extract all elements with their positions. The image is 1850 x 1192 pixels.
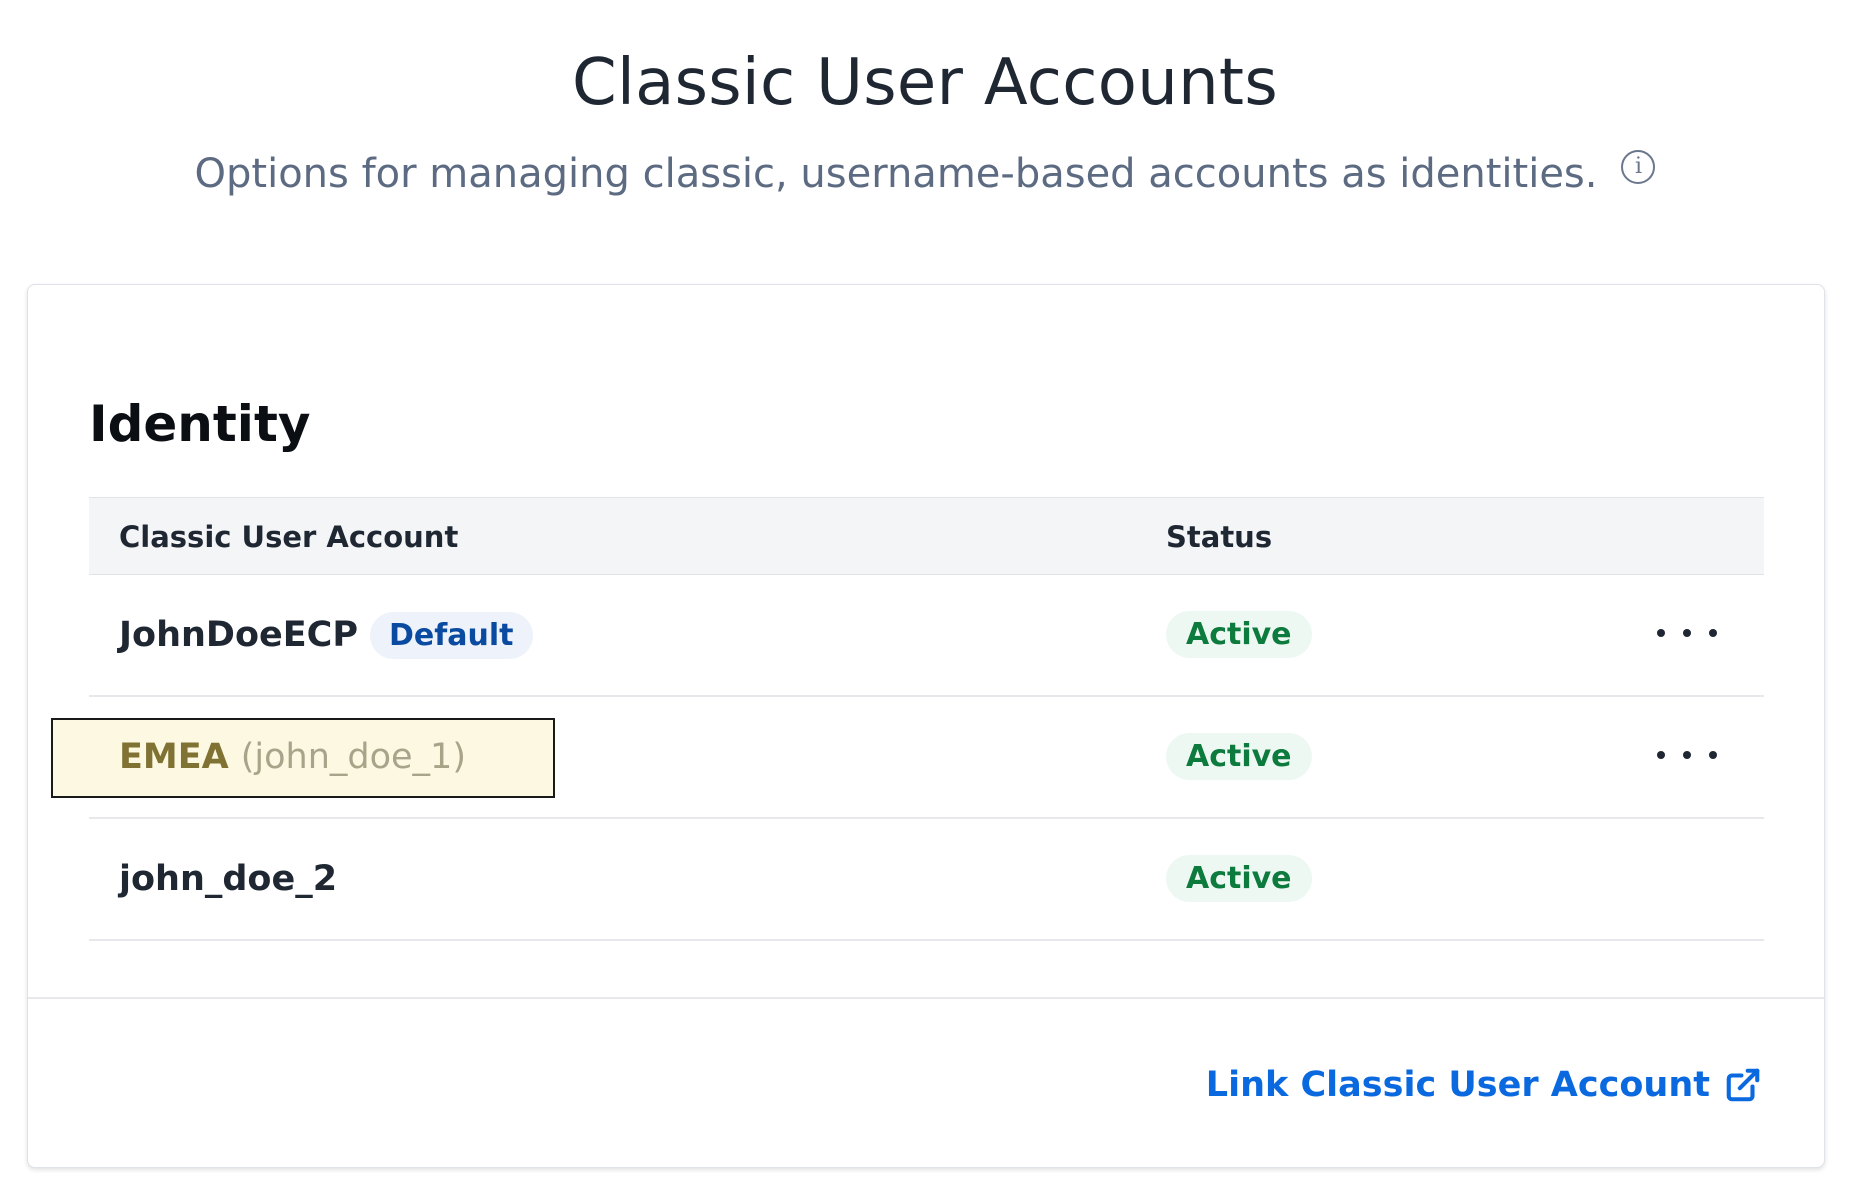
info-circle-icon[interactable]: i xyxy=(1621,150,1656,184)
identity-card: Identity Classic User Account Status Joh… xyxy=(27,284,1825,1168)
accounts-table: Classic User Account Status JohnDoeECP D… xyxy=(51,497,1764,941)
table-row: EMEA (john_doe_1) Active xyxy=(51,697,1764,819)
status-badge: Active xyxy=(1166,733,1312,780)
account-name: john_doe_2 xyxy=(119,859,338,899)
more-dot-icon xyxy=(1657,629,1665,637)
status-badge: Active xyxy=(1166,611,1312,658)
more-dot-icon xyxy=(1683,751,1691,759)
page-subtitle-row: Options for managing classic, username-b… xyxy=(0,150,1850,197)
external-link-icon xyxy=(1726,1068,1760,1102)
table-row: JohnDoeECP Default Active xyxy=(89,575,1764,697)
card-footer: Link Classic User Account xyxy=(28,997,1824,1169)
more-dot-icon xyxy=(1709,629,1717,637)
table-header: Classic User Account Status xyxy=(89,497,1764,575)
more-dot-icon xyxy=(1657,751,1665,759)
more-dot-icon xyxy=(1683,629,1691,637)
account-username: (john_doe_1) xyxy=(240,737,466,777)
table-row: john_doe_2 Active xyxy=(89,819,1764,941)
page-title: Classic User Accounts xyxy=(572,46,1278,120)
account-cell: EMEA (john_doe_1) xyxy=(119,697,466,817)
account-cell: JohnDoeECP Default xyxy=(119,575,533,695)
account-name: EMEA xyxy=(119,737,229,777)
column-header-account: Classic User Account xyxy=(119,520,459,554)
more-options-button[interactable] xyxy=(1657,615,1717,651)
status-badge: Active xyxy=(1166,855,1312,902)
link-classic-account-label: Link Classic User Account xyxy=(1205,1065,1710,1105)
page-subtitle: Options for managing classic, username-b… xyxy=(194,151,1598,197)
account-cell: john_doe_2 xyxy=(119,819,337,939)
account-name: JohnDoeECP xyxy=(119,615,358,655)
column-header-status: Status xyxy=(1166,520,1273,554)
more-dot-icon xyxy=(1709,751,1717,759)
link-classic-account-button[interactable]: Link Classic User Account xyxy=(1206,1065,1762,1105)
more-options-button[interactable] xyxy=(1657,737,1717,773)
default-badge: Default xyxy=(369,611,533,659)
section-heading: Identity xyxy=(89,395,311,453)
